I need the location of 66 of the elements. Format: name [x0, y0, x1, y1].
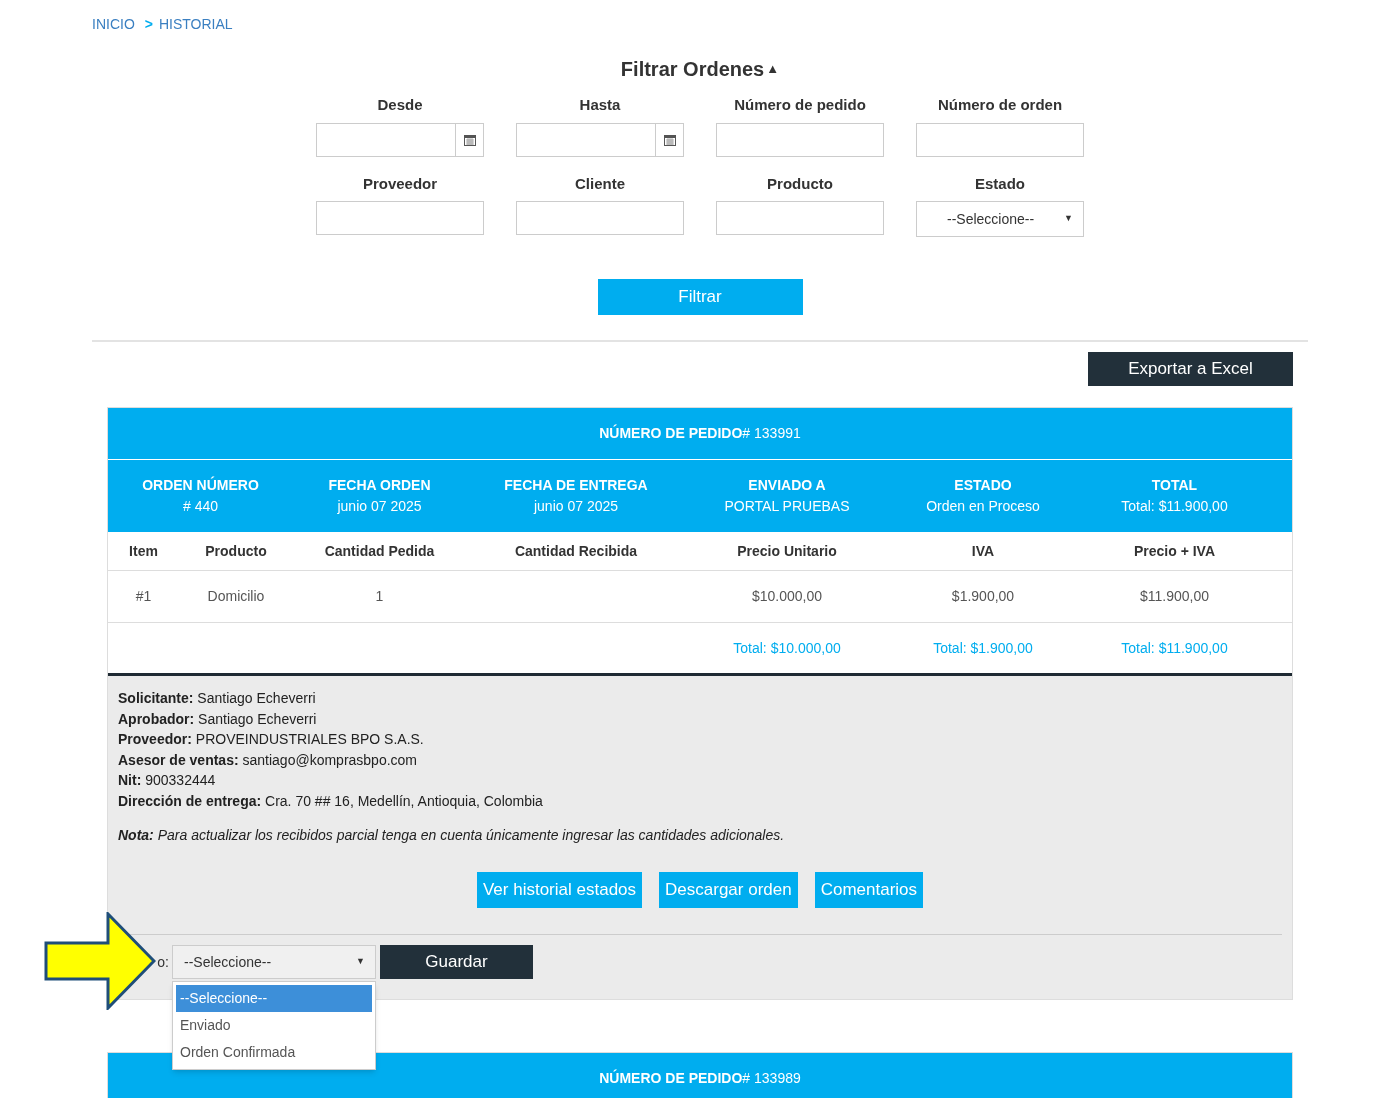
detail-line: Dirección de entrega: Cra. 70 ## 16, Medellín, Antioquia, Colombia: [118, 791, 544, 811]
summary-label: FECHA DE ENTREGA: [504, 476, 648, 495]
status-label: o:: [156, 952, 170, 972]
save-button[interactable]: Guardar: [380, 945, 533, 979]
table-cell-text: $10.000,00: [750, 587, 824, 606]
summary-label: FECHA ORDEN: [328, 476, 431, 495]
field-label: Estado: [975, 173, 1025, 194]
summary-value: PORTAL PRUEBAS: [724, 497, 850, 516]
detail-line: Proveedor: PROVEINDUSTRIALES BPO S.A.S.: [118, 730, 425, 749]
input-field[interactable]: [516, 201, 684, 235]
table-cell-text: $11.900,00: [1139, 587, 1210, 606]
summary-label: ENVIADO A: [748, 476, 826, 495]
input-field[interactable]: [716, 201, 884, 235]
field-label: Hasta: [579, 95, 621, 115]
total-cell-text: Total: $10.000,00: [732, 638, 842, 658]
total-cell-text: Total: $11.900,00: [1120, 638, 1229, 658]
breadcrumb-link[interactable]: INICIO: [92, 14, 135, 35]
field-label: Número de orden: [937, 95, 1063, 115]
field-label: Número de pedido: [734, 95, 866, 115]
column-header: Cantidad Pedida: [323, 541, 436, 561]
table-cell-text: #1: [134, 587, 153, 606]
summary-value: Orden en Proceso: [926, 497, 1040, 516]
table-cell-text: Domicilio: [206, 587, 266, 606]
summary-label: TOTAL: [1151, 476, 1198, 495]
status-select[interactable]: --Seleccione-- ▼: [172, 945, 376, 979]
detail-line: Nit: 900332444: [118, 771, 217, 790]
summary-value: junio 07 2025: [533, 497, 619, 516]
status-select[interactable]: --Seleccione-- ▼: [916, 201, 1084, 237]
export-button[interactable]: Exportar a Excel: [1088, 352, 1293, 386]
summary-value: junio 07 2025: [337, 497, 422, 516]
input-field[interactable]: [916, 122, 1084, 157]
summary-label: ORDEN NÚMERO: [142, 475, 259, 495]
field-label: Cliente: [575, 173, 625, 194]
date-field[interactable]: [516, 122, 684, 157]
column-header: IVA: [970, 541, 996, 561]
dropdown-option[interactable]: Enviado: [176, 1012, 372, 1039]
filter-title: Filtrar Ordenes: [620, 57, 765, 82]
summary-value: Total: $11.900,00: [1121, 497, 1228, 516]
field-label: Producto: [767, 173, 833, 194]
column-header: Cantidad Recibida: [513, 541, 639, 561]
detail-line: Solicitante: Santiago Echeverri: [118, 689, 317, 708]
detail-line: Aprobador: Santiago Echeverri: [118, 709, 318, 729]
collapse-toggle[interactable]: ▲: [766, 59, 780, 79]
breadcrumb-link[interactable]: HISTORIAL: [158, 14, 233, 35]
table-cell-text: $1.900,00: [950, 587, 1016, 606]
total-cell-text: Total: $1.900,00: [932, 638, 1034, 658]
order-header: NÚMERO DE PEDIDO# 133991: [108, 408, 1292, 460]
table-cell-text: 1: [374, 587, 385, 606]
column-header: Item: [128, 541, 159, 561]
caret-icon: ▼: [356, 955, 365, 969]
caret-icon: ▼: [1064, 212, 1073, 226]
input-field[interactable]: [316, 201, 484, 235]
input-field[interactable]: [716, 122, 884, 157]
detail-line: Asesor de ventas: santiago@komprasbpo.com: [118, 750, 419, 770]
summary-label: ESTADO: [954, 476, 1012, 495]
note-text: Nota: Para actualizar los recibidos parcial tenga en cuenta únicamente ingresar las cantidades adicionales.: [118, 826, 786, 845]
column-header: Producto: [204, 541, 268, 561]
breadcrumb-separator: >: [144, 15, 153, 34]
column-header: Precio + IVA: [1132, 541, 1217, 561]
column-header: Precio Unitario: [736, 541, 838, 561]
field-label: Desde: [377, 95, 423, 115]
field-label: Proveedor: [362, 173, 438, 194]
calendar-icon: [663, 133, 676, 146]
calendar-icon: [463, 133, 476, 146]
summary-value: # 440: [182, 497, 218, 516]
date-field[interactable]: [316, 122, 484, 157]
